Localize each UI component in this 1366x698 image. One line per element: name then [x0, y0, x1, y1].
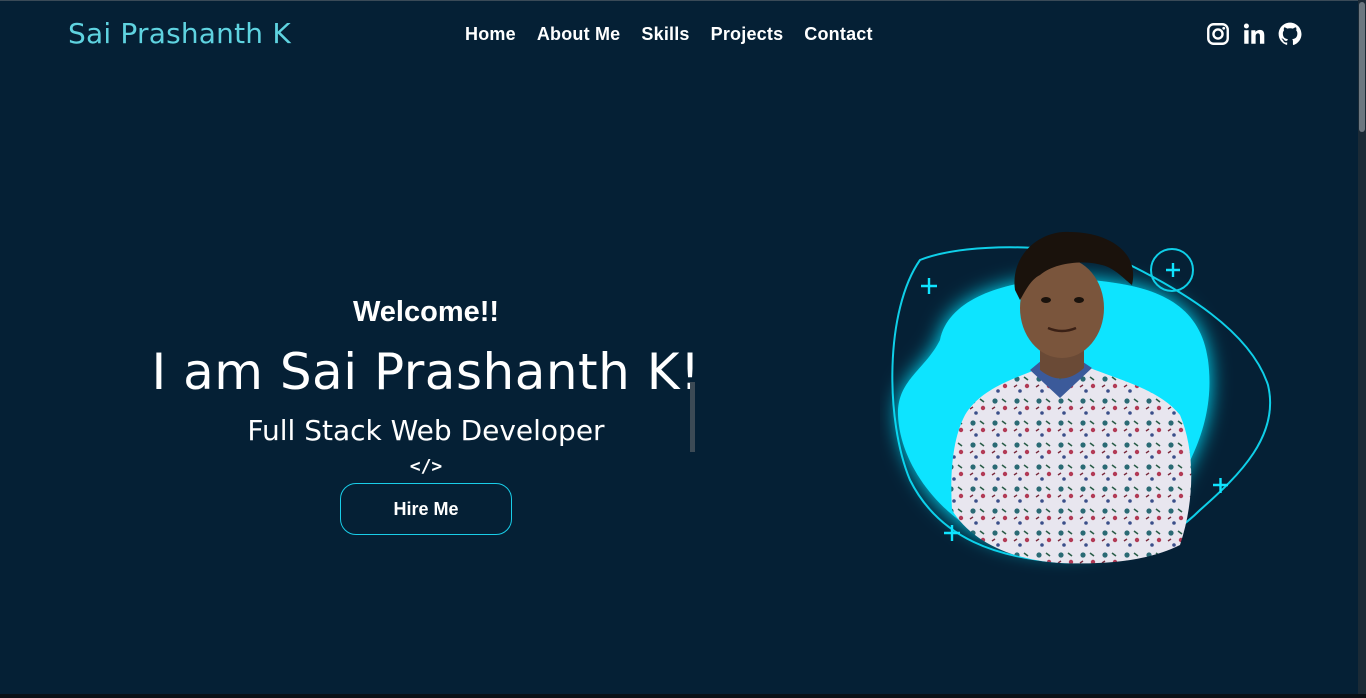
main-nav: Home About Me Skills Projects Contact [465, 24, 873, 45]
nav-item-about-me[interactable]: About Me [537, 24, 621, 45]
github-icon[interactable] [1277, 21, 1303, 47]
welcome-text: Welcome!! [352, 296, 500, 328]
nav-item-projects[interactable]: Projects [711, 24, 784, 45]
portrait-illustration [891, 231, 1272, 564]
brand-logo-text[interactable]: Sai Prashanth K [68, 17, 291, 50]
nav-item-skills[interactable]: Skills [641, 24, 689, 45]
role-subtitle: Full Stack Web Developer [247, 414, 605, 447]
typing-cursor [690, 382, 695, 452]
headline-wrapper: I am Sai Prashanth K! [120, 334, 732, 452]
scrollbar-thumb[interactable] [1359, 2, 1365, 132]
social-links [1205, 21, 1303, 47]
person-shirt [951, 368, 1192, 564]
window-bottom-border [0, 694, 1366, 698]
nav-item-home[interactable]: Home [465, 24, 516, 45]
nav-item-contact[interactable]: Contact [804, 24, 872, 45]
instagram-icon[interactable] [1205, 21, 1231, 47]
page-scrollbar[interactable] [1358, 0, 1366, 694]
linkedin-icon[interactable] [1241, 21, 1267, 47]
hero-headline: I am Sai Prashanth K! [151, 343, 701, 401]
hero-section: Welcome!! I am Sai Prashanth K! Full Sta… [120, 290, 732, 535]
site-header: Sai Prashanth K Home About Me Skills Pro… [0, 0, 1366, 72]
code-icon: </> [409, 456, 443, 477]
profile-portrait [880, 220, 1280, 580]
hire-me-button[interactable]: Hire Me [340, 483, 512, 535]
